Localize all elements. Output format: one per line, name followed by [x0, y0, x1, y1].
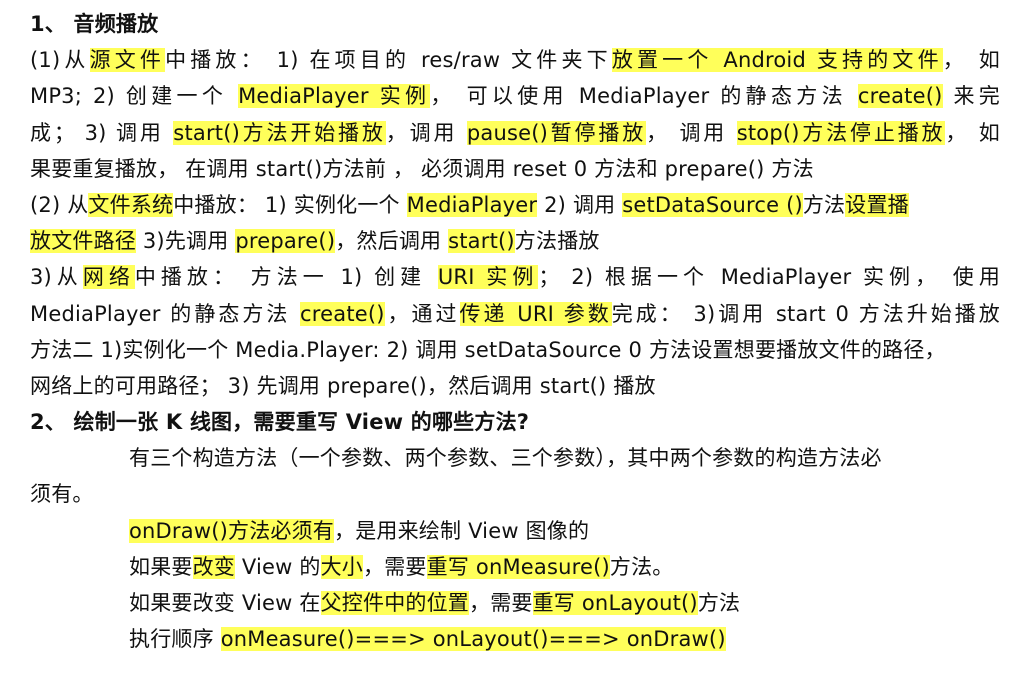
text-line: 方法二 1)实例化一个 Media.Player: 2) 调用 setDataS… — [30, 332, 1000, 368]
text-run: MediaPlayer 的静态方法 — [30, 301, 301, 326]
highlighted-text: 改变 — [192, 554, 236, 579]
document-body: 1、 音频播放 (1)从源文件中播放： 1) 在项目的 res/raw 文件夹下… — [30, 6, 1000, 657]
text-run: (1)从 — [30, 48, 90, 73]
text-run: 来完 — [942, 84, 1000, 109]
text-line: onDraw()方法必须有，是用来绘制 View 图像的 — [30, 513, 1000, 549]
text-run: 中播放： 1) 实例化一个 — [173, 192, 407, 217]
highlighted-text: 重写 onLayout() — [532, 591, 698, 615]
text-run: 中播放： 1) 在项目的 res/raw 文件夹下 — [165, 48, 612, 73]
highlighted-text: pause()暂停播放 — [466, 120, 647, 145]
text-line: MP3; 2) 创建一个 MediaPlayer 实例， 可以使用 MediaP… — [30, 78, 1000, 114]
section-kline-view: 有三个构造方法（一个参数、两个参数、三个参数），其中两个参数的构造方法必须有。 o… — [30, 440, 1000, 657]
highlighted-text: start()方法开始播放 — [173, 120, 386, 145]
text-run: 如果要 — [129, 554, 193, 579]
heading-kline-view: 2、 绘制一张 K 线图，需要重写 View 的哪些方法? — [30, 410, 530, 435]
highlighted-text: onDraw()方法必须有 — [129, 518, 334, 543]
text-run: 方法二 1)实例化一个 Media.Player: 2) 调用 setDataS… — [30, 337, 946, 362]
highlighted-text: URI 实例 — [437, 265, 539, 290]
text-line: 执行顺序 onMeasure()===> onLayout()===> onDr… — [30, 621, 1000, 657]
highlighted-text: create() — [857, 84, 943, 109]
text-run: 中播放： 方法一 1) 创建 — [134, 265, 438, 290]
text-run: 执行顺序 — [129, 627, 221, 652]
text-run: 方法播放 — [514, 229, 600, 254]
highlighted-text: 源文件 — [89, 48, 166, 73]
text-run: ，通过 — [384, 301, 460, 326]
highlighted-text: 网络 — [82, 265, 135, 290]
highlighted-text: 设置播 — [845, 192, 909, 217]
text-run: 如果要改变 View 在 — [129, 591, 321, 615]
text-run: ， 如 — [945, 120, 1000, 145]
text-run: 方法。 — [609, 554, 674, 579]
text-run: ； 2) 根据一个 MediaPlayer 实例， 使用 — [538, 265, 1001, 290]
highlighted-text: start() — [448, 229, 515, 254]
highlighted-text: setDataSource () — [622, 192, 803, 217]
highlighted-text: 大小 — [320, 554, 364, 579]
text-line: 如果要改变 View 在父控件中的位置，需要重写 onLayout()方法 — [30, 585, 1000, 621]
text-run: 3)先调用 — [136, 229, 236, 254]
text-line: (2) 从文件系统中播放： 1) 实例化一个 MediaPlayer 2) 调用… — [30, 187, 1000, 223]
text-run: View 的 — [235, 554, 321, 579]
text-line: 须有。 — [30, 476, 1000, 512]
text-line: 有三个构造方法（一个参数、两个参数、三个参数），其中两个参数的构造方法必 — [30, 440, 1000, 476]
highlighted-text: 文件系统 — [88, 192, 174, 217]
text-run: 网络上的可用路径； 3) 先调用 prepare()，然后调用 start() … — [30, 373, 656, 398]
text-run: ，调用 — [385, 120, 467, 145]
text-run: ，需要 — [363, 554, 427, 579]
text-run: 完成： 3)调用 start 0 方法升始播放 — [611, 301, 1000, 326]
text-run: 方法 — [697, 591, 741, 615]
highlighted-text: 放文件路径 — [30, 229, 136, 254]
highlighted-text: stop()方法停止播放 — [736, 120, 946, 145]
highlighted-text: prepare() — [235, 229, 336, 254]
text-line: 成； 3) 调用 start()方法开始播放，调用 pause()暂停播放， 调… — [30, 115, 1000, 151]
text-run: ，然后调用 — [335, 229, 449, 254]
text-run: 2) 调用 — [537, 192, 623, 217]
text-run: 3)从 — [30, 265, 83, 290]
text-run: 有三个构造方法（一个参数、两个参数、三个参数），其中两个参数的构造方法必 — [129, 446, 882, 471]
text-run: 须有。 — [30, 482, 94, 507]
text-run: 果要重复播放， 在调用 start()方法前 ， 必须调用 reset 0 方法… — [30, 156, 814, 181]
highlighted-text: onMeasure()===> onLayout()===> onDraw() — [220, 627, 726, 652]
highlighted-text: MediaPlayer — [406, 192, 538, 217]
text-run: MP3; 2) 创建一个 — [30, 84, 239, 109]
text-run: ， 如 — [942, 48, 1001, 73]
text-line: 果要重复播放， 在调用 start()方法前 ， 必须调用 reset 0 方法… — [30, 151, 1000, 187]
text-run: 成； 3) 调用 — [30, 120, 174, 145]
text-run: ， 可以使用 MediaPlayer 的静态方法 — [430, 84, 858, 109]
text-run: ， 调用 — [646, 120, 737, 145]
text-run: (2) 从 — [30, 192, 89, 217]
highlighted-text: MediaPlayer 实例 — [238, 84, 431, 109]
text-run: ，是用来绘制 View 图像的 — [334, 518, 590, 543]
heading-audio-playback: 1、 音频播放 — [30, 12, 159, 36]
text-line: 3)从网络中播放： 方法一 1) 创建 URI 实例； 2) 根据一个 Medi… — [30, 259, 1000, 295]
highlighted-text: 父控件中的位置 — [320, 591, 469, 615]
text-line: MediaPlayer 的静态方法 create()，通过传递 URI 参数完成… — [30, 296, 1000, 332]
section-audio-playback: (1)从源文件中播放： 1) 在项目的 res/raw 文件夹下放置一个 And… — [30, 42, 1000, 404]
highlighted-text: 重写 onMeasure() — [426, 554, 610, 579]
text-line: 网络上的可用路径； 3) 先调用 prepare()，然后调用 start() … — [30, 368, 1000, 404]
text-run: 方法 — [802, 192, 846, 217]
highlighted-text: 放置一个 Android 支持的文件 — [611, 48, 943, 73]
text-line: (1)从源文件中播放： 1) 在项目的 res/raw 文件夹下放置一个 And… — [30, 42, 1000, 78]
text-line: 如果要改变 View 的大小，需要重写 onMeasure()方法。 — [30, 549, 1000, 585]
text-line: 放文件路径 3)先调用 prepare()，然后调用 start()方法播放 — [30, 223, 1000, 259]
highlighted-text: create() — [300, 301, 385, 326]
text-run: ，需要 — [469, 591, 533, 615]
highlighted-text: 传递 URI 参数 — [459, 301, 612, 326]
